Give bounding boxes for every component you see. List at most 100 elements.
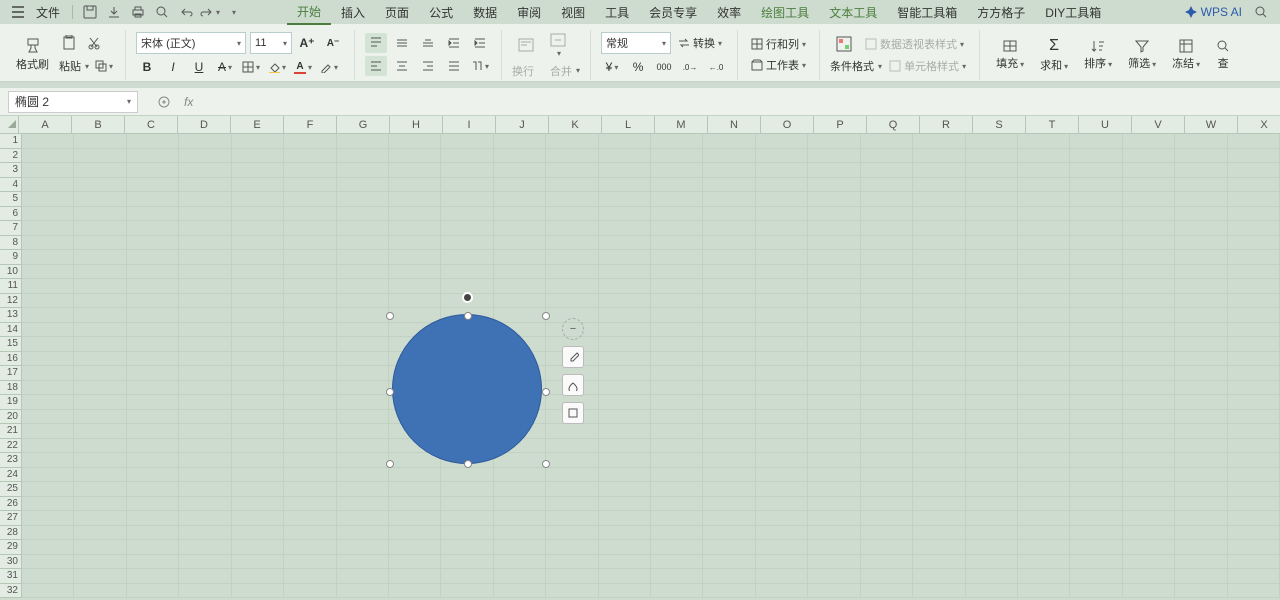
align-middle-icon[interactable] <box>391 33 413 53</box>
fx-label[interactable]: fx <box>184 95 193 109</box>
format-painter-button[interactable]: 格式刷 <box>10 36 55 74</box>
underline-icon[interactable]: U <box>188 57 210 77</box>
font-size-select[interactable]: 11▾ <box>250 32 292 54</box>
tab-diy-toolbox[interactable]: DIY工具箱 <box>1035 1 1111 24</box>
align-right-icon[interactable] <box>417 56 439 76</box>
column-header[interactable]: U <box>1079 116 1132 133</box>
column-header[interactable]: C <box>125 116 178 133</box>
pivot-style-button[interactable]: 数据透视表样式▾ <box>862 35 967 53</box>
align-center-icon[interactable] <box>391 56 413 76</box>
row-header[interactable]: 26 <box>0 497 21 512</box>
row-header[interactable]: 29 <box>0 540 21 555</box>
resize-handle-bm[interactable] <box>464 460 472 468</box>
row-header[interactable]: 12 <box>0 294 21 309</box>
wps-ai-button[interactable]: WPS AI <box>1179 5 1248 19</box>
row-header[interactable]: 17 <box>0 366 21 381</box>
currency-icon[interactable]: ¥ <box>601 57 623 77</box>
eyedropper-icon[interactable] <box>562 346 584 368</box>
rotate-handle[interactable] <box>462 292 473 303</box>
row-header[interactable]: 11 <box>0 279 21 294</box>
convert-button[interactable]: 转换▾ <box>675 34 725 52</box>
tab-page[interactable]: 页面 <box>375 1 419 24</box>
rows-cols-button[interactable]: 行和列▾ <box>748 35 809 53</box>
resize-handle-ml[interactable] <box>386 388 394 396</box>
file-menu[interactable]: 文件 <box>30 4 66 21</box>
bold-icon[interactable]: B <box>136 57 158 77</box>
thousands-icon[interactable]: 000 <box>653 57 675 77</box>
align-top-icon[interactable] <box>365 33 387 53</box>
row-header[interactable]: 15 <box>0 337 21 352</box>
italic-icon[interactable]: I <box>162 57 184 77</box>
increase-decimal-icon[interactable]: .0→ <box>679 57 701 77</box>
row-header[interactable]: 31 <box>0 569 21 584</box>
orientation-icon[interactable] <box>469 56 491 76</box>
row-header[interactable]: 23 <box>0 453 21 468</box>
resize-handle-tr[interactable] <box>542 312 550 320</box>
row-header[interactable]: 18 <box>0 381 21 396</box>
column-header[interactable]: N <box>708 116 761 133</box>
save-icon[interactable] <box>79 1 101 23</box>
border-icon[interactable] <box>240 57 262 77</box>
filter-button[interactable]: 筛选 <box>1122 37 1162 73</box>
shape-outline-icon[interactable] <box>562 402 584 424</box>
column-header[interactable]: V <box>1132 116 1185 133</box>
name-box[interactable]: 椭圆 2 ▾ <box>8 91 138 113</box>
column-header[interactable]: K <box>549 116 602 133</box>
column-header[interactable]: O <box>761 116 814 133</box>
redo-icon[interactable] <box>199 1 221 23</box>
row-header[interactable]: 7 <box>0 221 21 236</box>
resize-handle-tm[interactable] <box>464 312 472 320</box>
tab-view[interactable]: 视图 <box>551 1 595 24</box>
more-quick-access[interactable]: ▾ <box>223 1 245 23</box>
row-header[interactable]: 1 <box>0 134 21 149</box>
expand-formula-icon[interactable] <box>154 92 174 112</box>
worksheet-button[interactable]: 工作表▾ <box>748 56 809 74</box>
tab-smart-toolbox[interactable]: 智能工具箱 <box>887 1 967 24</box>
tab-formula[interactable]: 公式 <box>419 1 463 24</box>
freeze-button[interactable]: 冻结 <box>1166 37 1206 73</box>
resize-handle-mr[interactable] <box>542 388 550 396</box>
tab-insert[interactable]: 插入 <box>331 1 375 24</box>
hamburger-icon[interactable] <box>8 6 28 18</box>
percent-icon[interactable]: % <box>627 57 649 77</box>
column-header[interactable]: G <box>337 116 390 133</box>
column-header[interactable]: M <box>655 116 708 133</box>
column-header[interactable]: A <box>19 116 72 133</box>
row-header[interactable]: 5 <box>0 192 21 207</box>
column-header[interactable]: D <box>178 116 231 133</box>
tab-data[interactable]: 数据 <box>463 1 507 24</box>
column-header[interactable]: L <box>602 116 655 133</box>
print-preview-icon[interactable] <box>151 1 173 23</box>
shape-fill-icon[interactable] <box>562 374 584 396</box>
find-button[interactable]: 查 <box>1210 37 1236 73</box>
resize-handle-bl[interactable] <box>386 460 394 468</box>
row-header[interactable]: 19 <box>0 395 21 410</box>
copy-icon[interactable] <box>93 56 115 76</box>
row-header[interactable]: 4 <box>0 178 21 193</box>
ellipse-shape[interactable] <box>392 314 542 464</box>
tab-efficiency[interactable]: 效率 <box>707 1 751 24</box>
decrease-decimal-icon[interactable]: ←.0 <box>705 57 727 77</box>
column-header[interactable]: S <box>973 116 1026 133</box>
column-header[interactable]: X <box>1238 116 1280 133</box>
resize-handle-tl[interactable] <box>386 312 394 320</box>
row-header[interactable]: 10 <box>0 265 21 280</box>
tab-review[interactable]: 审阅 <box>507 1 551 24</box>
font-color-icon[interactable]: A <box>292 57 314 77</box>
row-header[interactable]: 9 <box>0 250 21 265</box>
row-header[interactable]: 2 <box>0 149 21 164</box>
column-header[interactable]: T <box>1026 116 1079 133</box>
decrease-indent-icon[interactable] <box>443 33 465 53</box>
number-format-select[interactable]: 常规▾ <box>601 32 671 54</box>
fill-button[interactable]: 填充 <box>990 37 1030 73</box>
font-family-select[interactable]: 宋体 (正文)▾ <box>136 32 246 54</box>
row-header[interactable]: 3 <box>0 163 21 178</box>
strikethrough-icon[interactable]: A <box>214 57 236 77</box>
tab-member[interactable]: 会员专享 <box>639 1 707 24</box>
sum-button[interactable]: Σ 求和 <box>1034 35 1074 75</box>
row-header[interactable]: 13 <box>0 308 21 323</box>
align-justify-icon[interactable] <box>443 56 465 76</box>
row-header[interactable]: 25 <box>0 482 21 497</box>
row-header[interactable]: 28 <box>0 526 21 541</box>
search-icon[interactable] <box>1250 1 1272 23</box>
